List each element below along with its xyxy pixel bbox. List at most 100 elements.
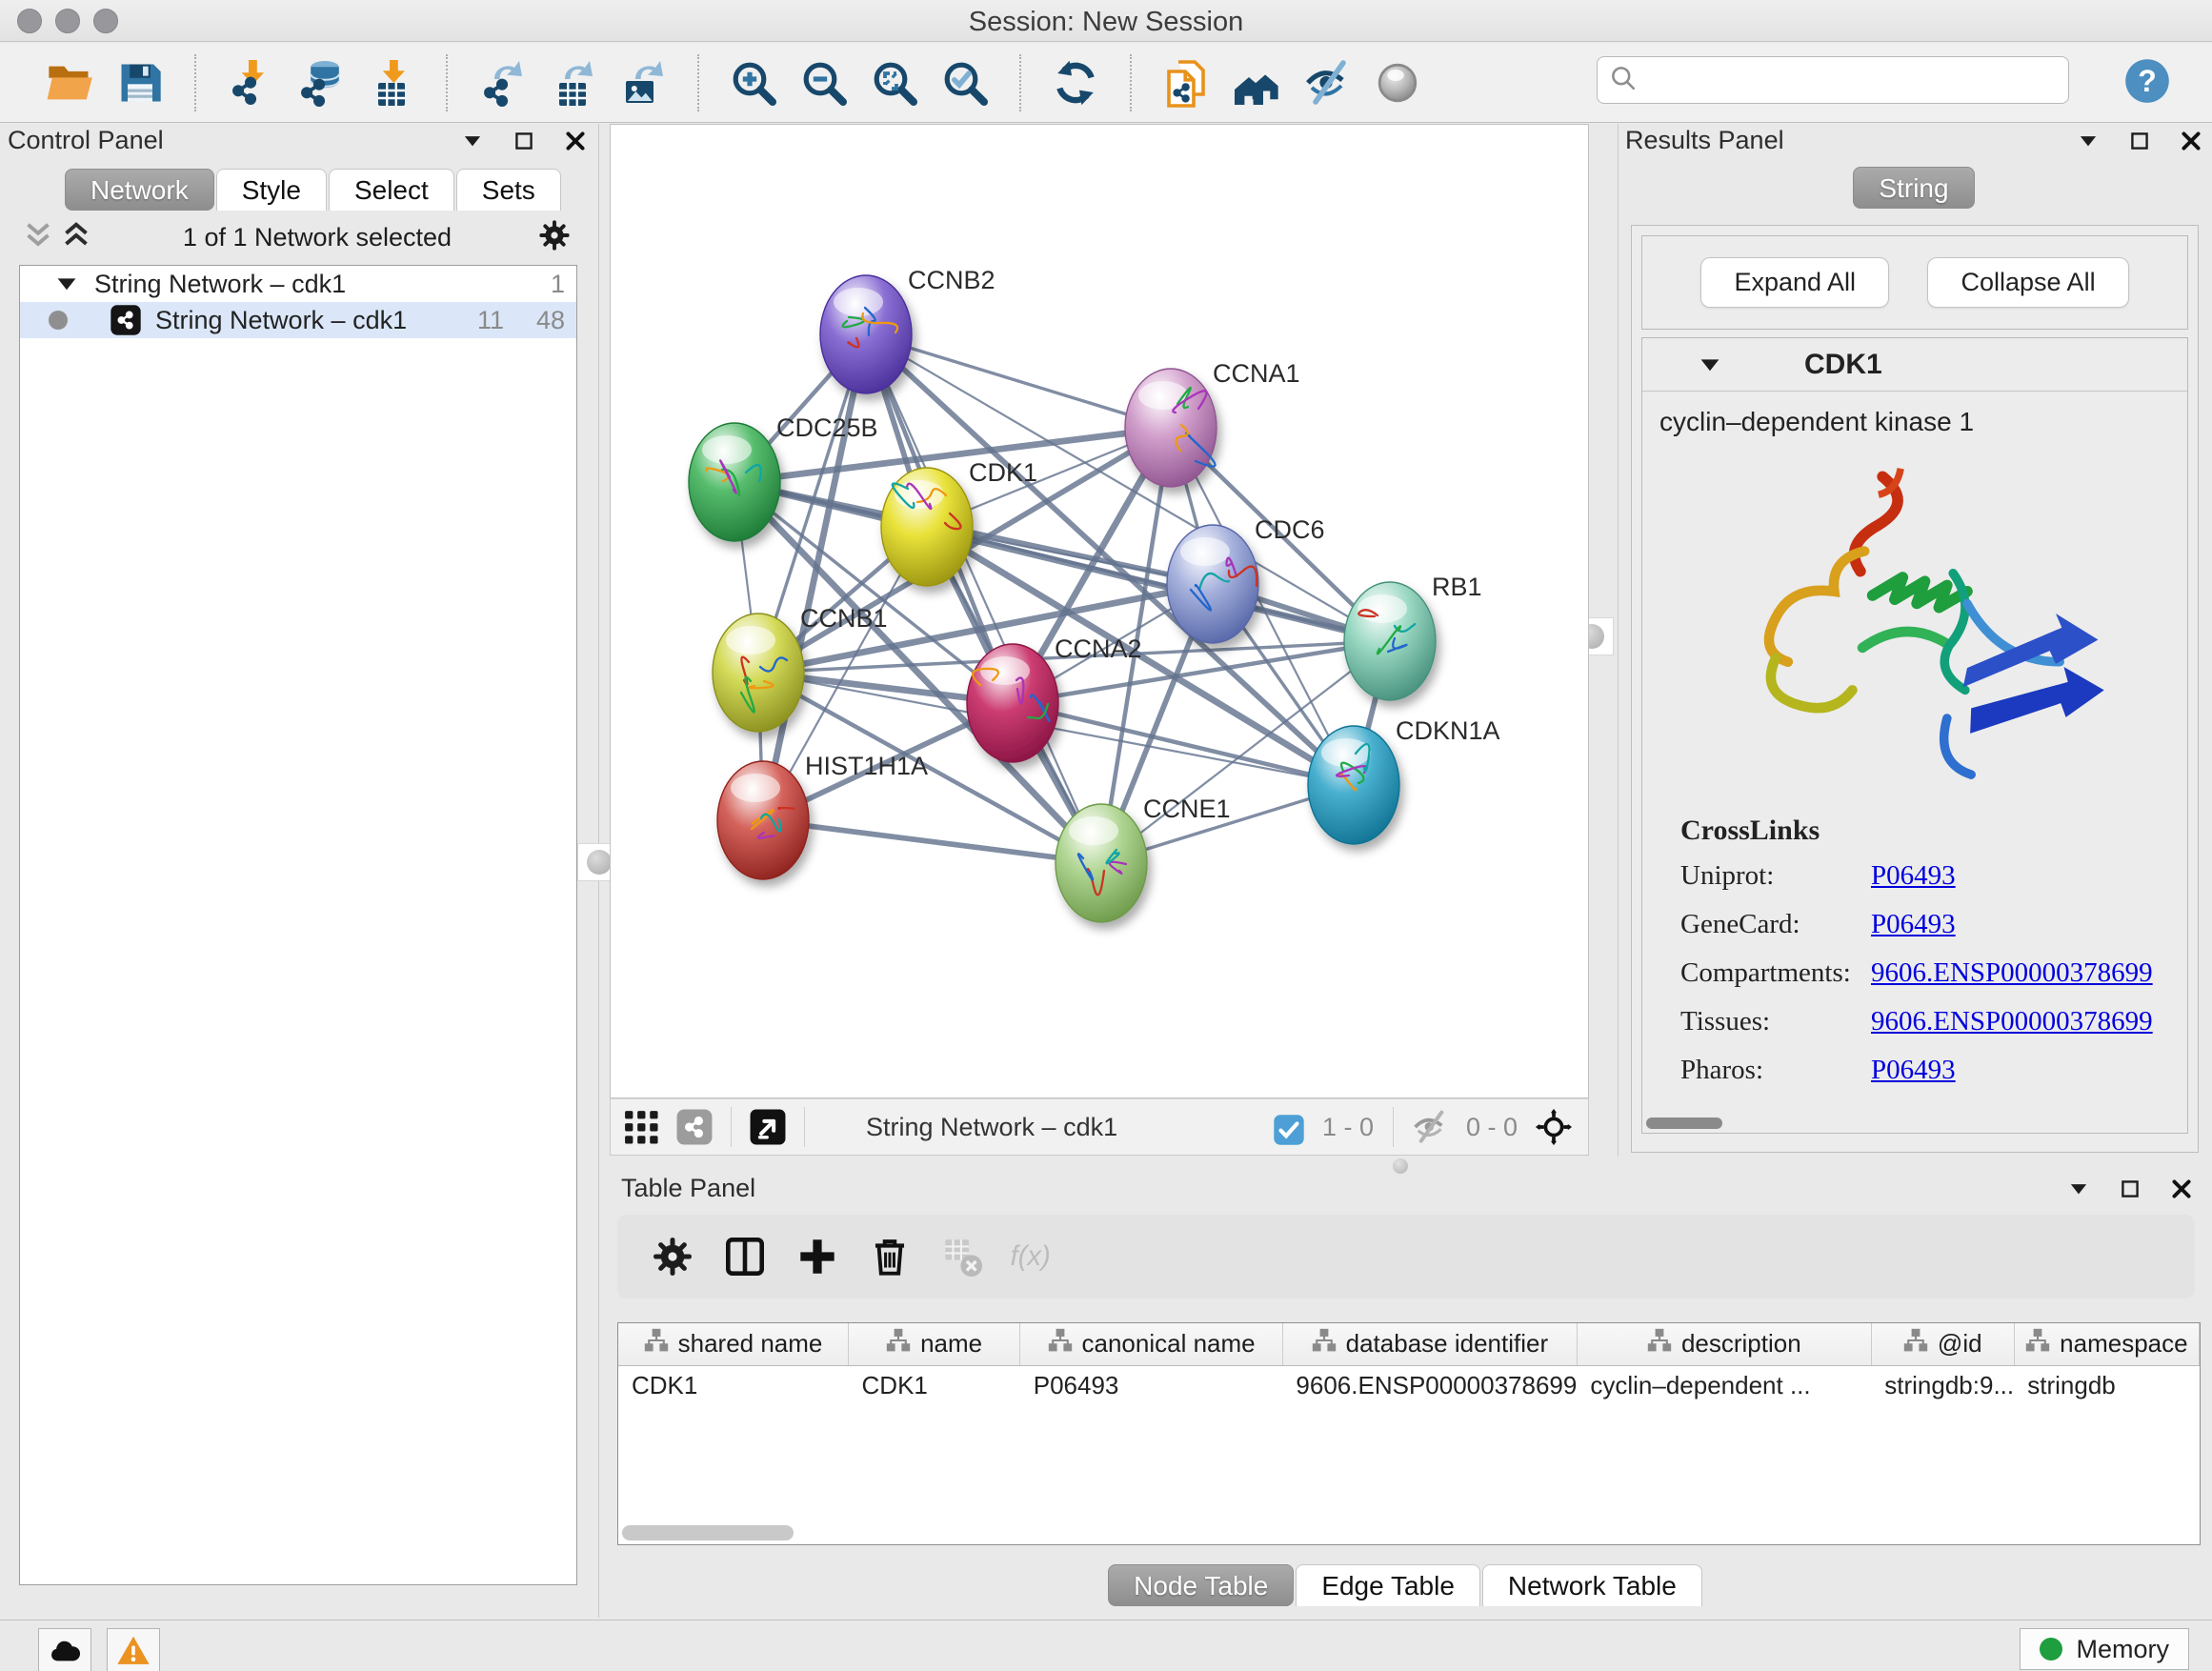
refresh-layout-button[interactable] (1049, 56, 1102, 110)
column-header-description[interactable]: description (1577, 1323, 1871, 1365)
protein-expander-icon[interactable] (1696, 351, 1724, 379)
tab-select[interactable]: Select (329, 169, 454, 211)
column-header--id[interactable]: @id (1871, 1323, 2014, 1365)
clone-network-button[interactable] (1159, 56, 1213, 110)
panel-float-icon[interactable] (2117, 1176, 2143, 1202)
node-HIST1H1A[interactable]: HIST1H1A (717, 752, 928, 879)
edge-CCNB2-HIST1H1A[interactable] (763, 334, 866, 820)
show-preview-button[interactable] (1371, 56, 1424, 110)
collapse-all-button[interactable]: Collapse All (1927, 257, 2128, 308)
tab-edge-table[interactable]: Edge Table (1296, 1564, 1480, 1606)
memory-button[interactable]: Memory (2020, 1628, 2189, 1670)
search-box[interactable] (1597, 56, 2069, 104)
collapse-all-icon[interactable] (21, 218, 59, 256)
column-header-canonical-name[interactable]: canonical name (1020, 1323, 1283, 1365)
network-state-bullet (49, 311, 68, 330)
fit-selection-crosshair-icon[interactable] (1535, 1108, 1573, 1146)
export-image-button[interactable] (616, 56, 670, 110)
zoom-in-button[interactable] (727, 56, 780, 110)
search-input[interactable] (1638, 61, 2068, 99)
expand-all-icon[interactable] (59, 218, 97, 256)
panel-close-icon[interactable] (2168, 1176, 2195, 1202)
warnings-button[interactable] (107, 1628, 160, 1671)
import-network-file-button[interactable] (224, 56, 277, 110)
selected-count-checkbox[interactable] (1273, 1111, 1305, 1143)
columns-button[interactable] (718, 1232, 772, 1281)
node-CDKN1A[interactable]: CDKN1A (1308, 716, 1500, 844)
right-splitter[interactable] (1618, 124, 1619, 1157)
panel-menu-icon[interactable] (459, 128, 486, 154)
add-row-button[interactable] (791, 1232, 844, 1281)
network-thumbnail-icon[interactable] (675, 1108, 714, 1146)
crosslink-value-link[interactable]: 9606.ENSP00000378699 (1871, 957, 2153, 989)
gear-black-button[interactable] (646, 1232, 699, 1281)
export-network-file-button[interactable] (475, 56, 529, 110)
cloud-status-button[interactable] (38, 1628, 91, 1671)
crosslink-value-link[interactable]: P06493 (1871, 1055, 1956, 1086)
table-cell[interactable]: CDK1 (618, 1365, 849, 1405)
table-cell[interactable]: cyclin–dependent ... (1577, 1365, 1871, 1405)
hidden-eye-icon[interactable] (1411, 1108, 1449, 1146)
crosslink-value-link[interactable]: 9606.ENSP00000378699 (1871, 1006, 2153, 1037)
results-hscrollbar-thumb[interactable] (1646, 1117, 1722, 1129)
zoom-fit-button[interactable] (868, 56, 921, 110)
table-hscrollbar-thumb[interactable] (622, 1525, 794, 1540)
zoom-selected-button[interactable] (938, 56, 992, 110)
panel-menu-icon[interactable] (2065, 1176, 2092, 1202)
tab-network-table[interactable]: Network Table (1482, 1564, 1702, 1606)
panel-close-icon[interactable] (2178, 128, 2204, 154)
node-RB1[interactable]: RB1 (1344, 573, 1482, 700)
save-session-button[interactable] (113, 56, 167, 110)
expand-all-button[interactable]: Expand All (1700, 257, 1889, 308)
table-cell[interactable]: CDK1 (849, 1365, 1020, 1405)
first-neighbors-button[interactable] (1230, 56, 1283, 110)
network-collection-row[interactable]: String Network – cdk1 1 (20, 266, 576, 302)
node-CCNA2[interactable]: CCNA2 (967, 634, 1142, 762)
tab-string[interactable]: String (1853, 167, 1974, 209)
zoom-out-button[interactable] (797, 56, 851, 110)
crosslink-value-link[interactable]: P06493 (1871, 860, 1956, 892)
collection-label: String Network – cdk1 (94, 270, 346, 299)
table-cell[interactable]: 9606.ENSP00000378699 (1282, 1365, 1577, 1405)
tab-node-table[interactable]: Node Table (1108, 1564, 1294, 1606)
collection-expander-icon[interactable] (52, 270, 81, 298)
protein-card-header[interactable]: CDK1 (1642, 338, 2187, 392)
help-button[interactable]: ? (2122, 56, 2172, 106)
open-session-button[interactable] (43, 56, 96, 110)
column-header-shared-name[interactable]: shared name (618, 1323, 849, 1365)
node-CDC6[interactable]: CDC6 (1167, 515, 1325, 643)
table-cell[interactable]: stringdb (2014, 1365, 2199, 1405)
network-options-gear-icon[interactable] (537, 218, 575, 256)
table-type-tabs: Node TableEdge TableNetwork Table (600, 1564, 2212, 1606)
birds-eye-view-icon[interactable] (749, 1108, 787, 1146)
edge-CCNB2-CCNA1[interactable] (866, 334, 1171, 428)
panel-float-icon[interactable] (511, 128, 537, 154)
table-cell[interactable]: stringdb:9... (1871, 1365, 2014, 1405)
crosslink-value-link[interactable]: P06493 (1871, 909, 1956, 940)
node-CCNE1[interactable]: CCNE1 (1056, 795, 1231, 922)
table-cell[interactable]: P06493 (1020, 1365, 1283, 1405)
delete-row-button[interactable] (863, 1232, 916, 1281)
table-row[interactable]: CDK1CDK1P064939606.ENSP00000378699cyclin… (618, 1365, 2200, 1405)
column-header-name[interactable]: name (849, 1323, 1020, 1365)
export-table-file-button[interactable] (546, 56, 599, 110)
column-header-database-identifier[interactable]: database identifier (1282, 1323, 1577, 1365)
tab-style[interactable]: Style (216, 169, 327, 211)
edge-HIST1H1A-CCNE1[interactable] (763, 820, 1101, 863)
show-grid-icon[interactable] (622, 1108, 660, 1146)
column-header-namespace[interactable]: namespace (2014, 1323, 2199, 1365)
panel-menu-icon[interactable] (2075, 128, 2101, 154)
edge-CCNA2-CDKN1A[interactable] (1013, 703, 1354, 785)
panel-close-icon[interactable] (562, 128, 589, 154)
hide-selected-button[interactable] (1300, 56, 1354, 110)
network-graph[interactable]: CCNB2CCNA1CDC25BCDK1CDC6RB1CCNB1CCNA2CDK… (611, 125, 1588, 1097)
hidden-counts: 0 - 0 (1466, 1113, 1518, 1142)
network-view-canvas[interactable]: CCNB2CCNA1CDC25BCDK1CDC6RB1CCNB1CCNA2CDK… (610, 124, 1589, 1098)
edge-CCNB2-CCNE1[interactable] (866, 334, 1101, 863)
tab-network[interactable]: Network (65, 169, 214, 211)
tab-sets[interactable]: Sets (456, 169, 561, 211)
network-row[interactable]: String Network – cdk1 11 48 (20, 302, 576, 338)
panel-float-icon[interactable] (2126, 128, 2153, 154)
import-table-file-button[interactable] (365, 56, 418, 110)
import-network-database-button[interactable] (294, 56, 348, 110)
